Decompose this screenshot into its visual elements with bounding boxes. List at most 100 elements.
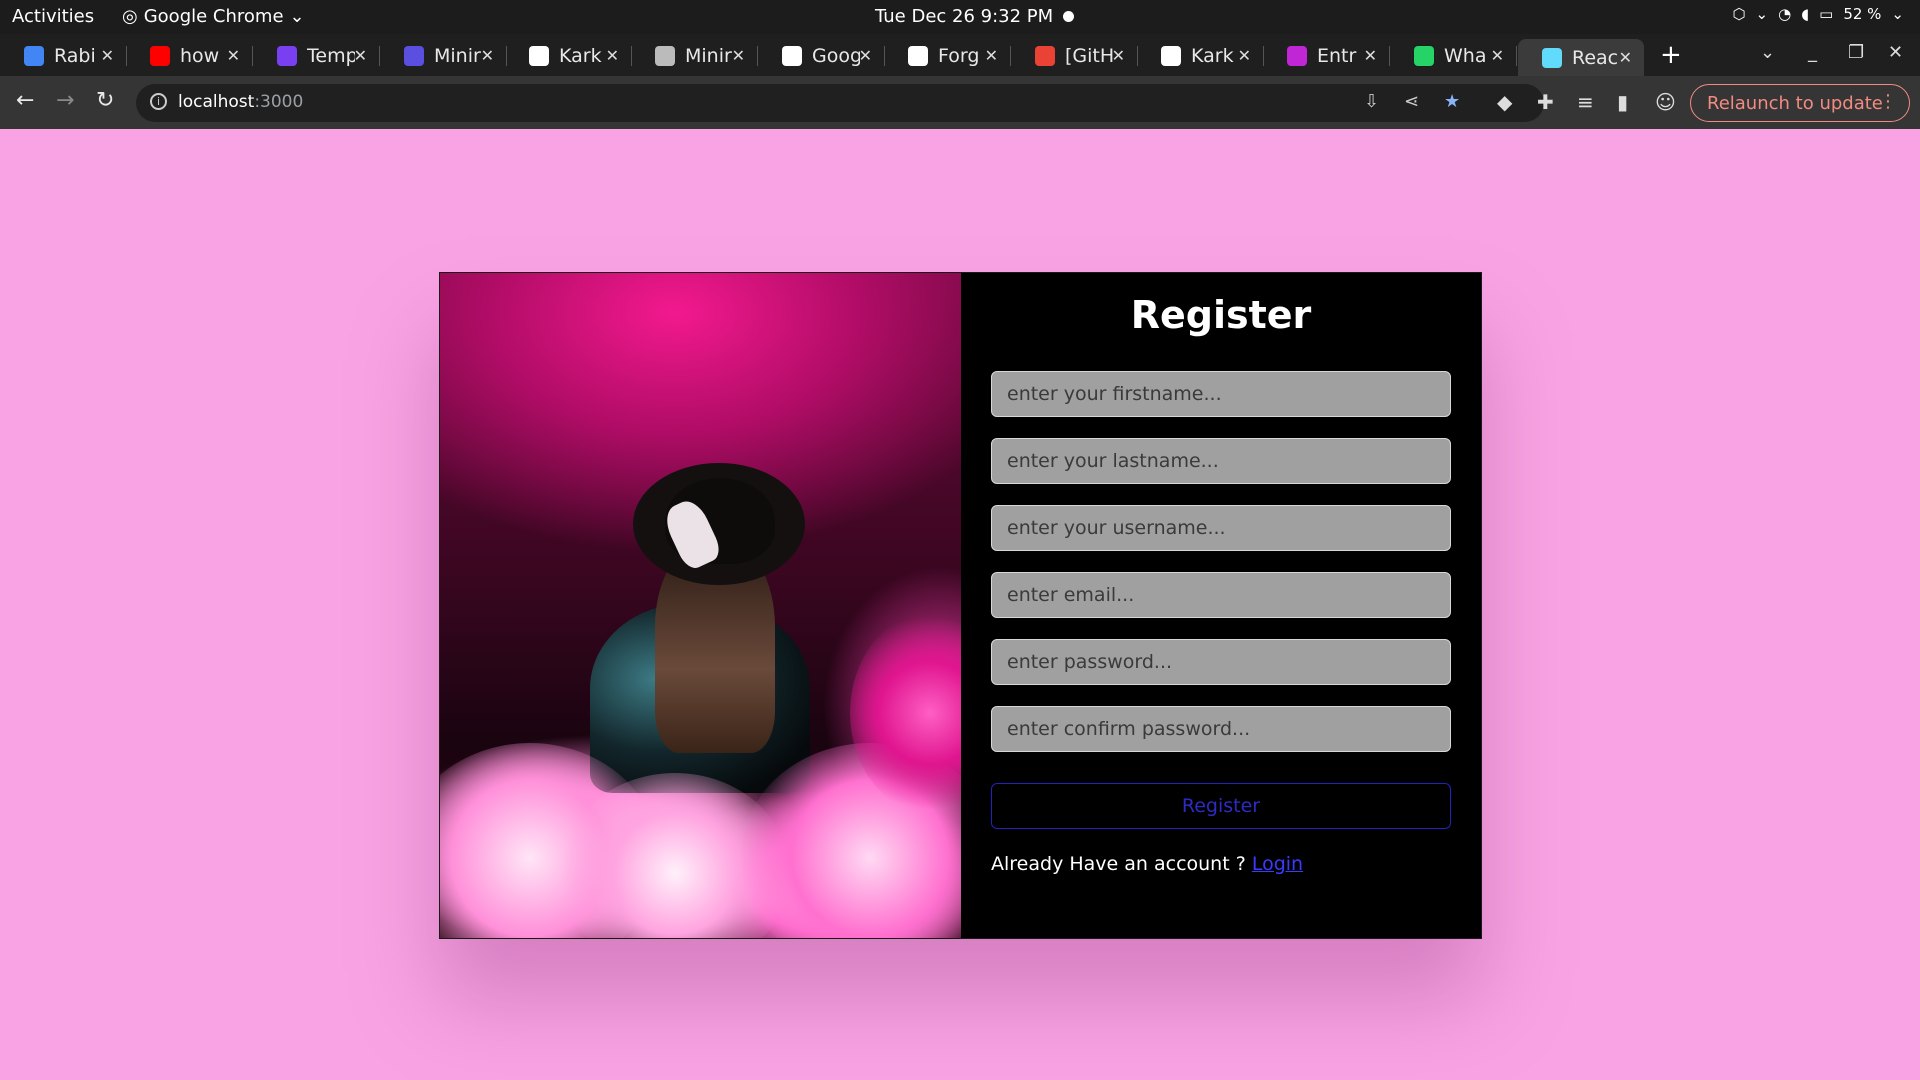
minimize-icon[interactable]: _	[1808, 42, 1817, 63]
tab-strip: Rabi ✕ how ✕ Temp ✕ Minir ✕ Kark ✕ Minir ✕ Goog ✕ Forg…	[0, 34, 1920, 76]
close-tab-icon[interactable]: ✕	[1491, 46, 1504, 65]
lastname-input[interactable]	[991, 438, 1451, 484]
chevron-down-icon: ⌄	[289, 6, 305, 27]
close-tab-icon[interactable]: ✕	[859, 46, 872, 65]
close-tab-icon[interactable]: ✕	[1112, 46, 1125, 65]
browser-tab[interactable]: Minir ✕	[631, 39, 758, 72]
email-input[interactable]	[991, 572, 1451, 618]
app-icon	[1287, 45, 1307, 66]
media-queue-icon[interactable]: ≡	[1577, 90, 1594, 114]
close-tab-icon[interactable]: ✕	[732, 46, 745, 65]
restore-icon[interactable]: ❐	[1848, 42, 1864, 63]
close-window-icon[interactable]: ✕	[1888, 42, 1903, 63]
profile-avatar[interactable]: ☺	[1655, 90, 1676, 114]
url-text: localhost:3000	[178, 92, 303, 112]
tab-search-icon[interactable]: ⌄	[1760, 42, 1775, 63]
close-tab-icon[interactable]: ✕	[1238, 46, 1251, 65]
url-host: localhost	[178, 92, 255, 112]
browser-tab[interactable]: Goog ✕	[758, 39, 885, 72]
close-tab-icon[interactable]: ✕	[101, 46, 114, 65]
tab-title: Minir	[685, 44, 732, 67]
youtube-icon	[150, 45, 170, 66]
github-icon	[529, 45, 549, 66]
gmail-icon	[1035, 45, 1055, 66]
browser-toolbar: ← → ↻ i localhost:3000 ⇩ ⋖ ★ ◆ ✚ ≡ ▮ ☺ R…	[0, 76, 1920, 129]
color-extension-icon[interactable]: ◆	[1497, 90, 1512, 114]
browser-tab[interactable]: Rabi ✕	[0, 39, 127, 72]
notification-dot-icon	[1063, 11, 1075, 22]
new-tab-button[interactable]: +	[1660, 40, 1682, 70]
github-icon	[1161, 45, 1181, 66]
bookmark-star-icon[interactable]: ★	[1444, 91, 1460, 112]
globe-icon	[655, 45, 675, 66]
app-menu[interactable]: ◎ Google Chrome ⌄	[122, 6, 305, 27]
tab-title: Forg	[938, 44, 980, 67]
browser-tab[interactable]: Minir ✕	[380, 39, 507, 72]
login-link[interactable]: Login	[1252, 853, 1303, 875]
wifi-icon: ◔	[1778, 5, 1792, 23]
system-top-bar: Activities ◎ Google Chrome ⌄ Tue Dec 26 …	[0, 0, 1920, 34]
close-tab-icon[interactable]: ✕	[1619, 48, 1632, 67]
chrome-icon: ◎	[122, 6, 138, 27]
browser-tab[interactable]: how ✕	[126, 39, 253, 72]
firstname-input[interactable]	[991, 371, 1451, 417]
close-tab-icon[interactable]: ✕	[606, 46, 619, 65]
app-menu-label: Google Chrome	[143, 6, 284, 27]
register-button[interactable]: Register	[991, 783, 1451, 829]
back-arrow-icon[interactable]: ←	[16, 88, 34, 113]
clock-label: Tue Dec 26 9:32 PM	[875, 6, 1054, 27]
browser-tab[interactable]: [GitH ✕	[1011, 39, 1138, 72]
hero-photo	[440, 273, 961, 938]
close-tab-icon[interactable]: ✕	[354, 46, 367, 65]
chevron-down-icon: ⌄	[1755, 5, 1769, 23]
share-icon[interactable]: ⋖	[1404, 91, 1419, 112]
reload-icon[interactable]: ↻	[96, 88, 114, 113]
confirm-password-input[interactable]	[991, 706, 1451, 752]
tab-separator	[1516, 46, 1517, 66]
whatsapp-icon	[1414, 45, 1434, 66]
system-tray[interactable]: ⬡ ⌄ ◔ ◖ ▭ 52 % ⌄	[1732, 5, 1904, 23]
extensions-puzzle-icon[interactable]: ✚	[1537, 90, 1554, 114]
activities-button[interactable]: Activities	[12, 6, 94, 27]
password-input[interactable]	[991, 639, 1451, 685]
install-app-icon[interactable]: ⇩	[1364, 91, 1379, 112]
url-port: :3000	[254, 92, 304, 112]
forward-arrow-icon[interactable]: →	[56, 88, 74, 113]
login-prompt-text: Already Have an account ?	[991, 853, 1246, 875]
username-input[interactable]	[991, 505, 1451, 551]
relaunch-button[interactable]: Relaunch to update ⋮	[1690, 84, 1910, 122]
battery-icon: ▭	[1819, 5, 1834, 23]
clock[interactable]: Tue Dec 26 9:32 PM	[875, 6, 1075, 27]
chevron-down-icon: ⌄	[1891, 5, 1904, 23]
browser-tab[interactable]: Temp ✕	[253, 39, 380, 72]
tab-title: Wha	[1444, 44, 1487, 67]
login-prompt: Already Have an account ? Login	[991, 853, 1303, 875]
kebab-menu-icon[interactable]: ⋮	[1879, 91, 1897, 112]
browser-tab[interactable]: Kark ✕	[1137, 39, 1264, 72]
address-bar[interactable]: i localhost:3000 ⇩ ⋖ ★	[136, 84, 1544, 122]
google-icon	[782, 45, 802, 66]
close-tab-icon[interactable]: ✕	[481, 46, 494, 65]
docs-icon	[24, 45, 44, 66]
app-icon	[404, 45, 424, 66]
tab-title: Kark	[559, 44, 602, 67]
tab-title: [GitH	[1065, 44, 1113, 67]
browser-tab[interactable]: Kark ✕	[505, 39, 632, 72]
browser-tab[interactable]: Wha ✕	[1390, 39, 1517, 72]
side-panel-icon[interactable]: ▮	[1617, 90, 1628, 114]
register-card: Register Register Already Have an accoun…	[439, 272, 1482, 939]
canva-icon	[277, 45, 297, 66]
browser-tab[interactable]: Reac ✕	[1518, 39, 1644, 76]
shield-icon: ⬡	[1732, 5, 1746, 23]
tab-title: Entr	[1317, 44, 1357, 67]
tab-title: Goog	[812, 44, 860, 67]
close-tab-icon[interactable]: ✕	[227, 46, 240, 65]
browser-tab[interactable]: Entr ✕	[1263, 39, 1390, 72]
tab-title: Reac	[1572, 46, 1619, 69]
close-tab-icon[interactable]: ✕	[1364, 46, 1377, 65]
close-tab-icon[interactable]: ✕	[985, 46, 998, 65]
tab-title: Kark	[1191, 44, 1234, 67]
volume-icon: ◖	[1801, 5, 1810, 23]
browser-tab[interactable]: Forg ✕	[884, 39, 1011, 72]
site-info-icon[interactable]: i	[150, 93, 167, 110]
